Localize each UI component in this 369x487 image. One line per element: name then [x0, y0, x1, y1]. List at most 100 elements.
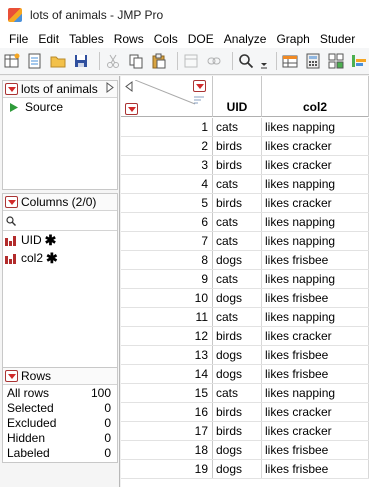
- cell-col2[interactable]: likes frisbee: [262, 251, 369, 269]
- cell-col2[interactable]: likes cracker: [262, 156, 369, 174]
- source-script[interactable]: Source: [3, 98, 117, 116]
- table-row[interactable]: 16 birds likes cracker: [121, 403, 369, 422]
- collapse-arrow-icon[interactable]: [106, 82, 114, 96]
- menu-studer[interactable]: Studer: [315, 32, 360, 46]
- cut-icon[interactable]: [104, 53, 121, 70]
- column-filter[interactable]: [3, 211, 117, 231]
- cell-col2[interactable]: likes cracker: [262, 403, 369, 421]
- rows-stat-row[interactable]: Excluded 0: [3, 415, 117, 430]
- row-number[interactable]: 3: [121, 156, 213, 174]
- row-number[interactable]: 1: [121, 118, 213, 136]
- column-item-uid[interactable]: UID ✱: [3, 231, 117, 249]
- columns-menu-button[interactable]: [5, 196, 18, 208]
- table-row[interactable]: 6 cats likes napping: [121, 213, 369, 232]
- menu-file[interactable]: File: [4, 32, 33, 46]
- table-row[interactable]: 12 birds likes cracker: [121, 327, 369, 346]
- cell-col2[interactable]: likes napping: [262, 213, 369, 231]
- menu-edit[interactable]: Edit: [33, 32, 64, 46]
- cell-uid[interactable]: cats: [213, 118, 262, 136]
- copy-icon[interactable]: [127, 53, 144, 70]
- column-menu-button[interactable]: [193, 80, 206, 92]
- cell-uid[interactable]: birds: [213, 422, 262, 440]
- row-number[interactable]: 7: [121, 232, 213, 250]
- cell-uid[interactable]: birds: [213, 327, 262, 345]
- table-row[interactable]: 14 dogs likes frisbee: [121, 365, 369, 384]
- table-row[interactable]: 15 cats likes napping: [121, 384, 369, 403]
- column-item-col2[interactable]: col2 ✱: [3, 249, 117, 267]
- cell-uid[interactable]: cats: [213, 232, 262, 250]
- menu-graph[interactable]: Graph: [271, 32, 314, 46]
- cell-col2[interactable]: likes napping: [262, 232, 369, 250]
- row-number[interactable]: 19: [121, 460, 213, 478]
- table-row[interactable]: 13 dogs likes frisbee: [121, 346, 369, 365]
- cell-uid[interactable]: cats: [213, 213, 262, 231]
- cell-col2[interactable]: likes cracker: [262, 327, 369, 345]
- row-number[interactable]: 14: [121, 365, 213, 383]
- grid-tool-icon[interactable]: [327, 53, 344, 70]
- link-icon[interactable]: [205, 53, 222, 70]
- search-icon[interactable]: [237, 53, 254, 70]
- column-header-uid[interactable]: UID: [213, 76, 262, 117]
- save-icon[interactable]: [72, 53, 89, 70]
- row-number[interactable]: 2: [121, 137, 213, 155]
- column-header-col2[interactable]: col2: [262, 76, 369, 117]
- open-data-icon[interactable]: [26, 53, 43, 70]
- rows-stat-row[interactable]: Hidden 0: [3, 430, 117, 445]
- row-number[interactable]: 5: [121, 194, 213, 212]
- rows-menu-button[interactable]: [5, 370, 18, 382]
- table-row[interactable]: 9 cats likes napping: [121, 270, 369, 289]
- rows-stat-row[interactable]: Selected 0: [3, 400, 117, 415]
- row-number[interactable]: 15: [121, 384, 213, 402]
- rows-stat-row[interactable]: Labeled 0: [3, 445, 117, 460]
- table-row[interactable]: 17 birds likes cracker: [121, 422, 369, 441]
- cell-uid[interactable]: dogs: [213, 289, 262, 307]
- cell-col2[interactable]: likes frisbee: [262, 365, 369, 383]
- cell-uid[interactable]: cats: [213, 175, 262, 193]
- cell-uid[interactable]: cats: [213, 384, 262, 402]
- cell-uid[interactable]: birds: [213, 137, 262, 155]
- cell-uid[interactable]: birds: [213, 156, 262, 174]
- row-number[interactable]: 10: [121, 289, 213, 307]
- rows-stat-row[interactable]: All rows 100: [3, 385, 117, 400]
- cell-col2[interactable]: likes frisbee: [262, 441, 369, 459]
- cell-uid[interactable]: birds: [213, 194, 262, 212]
- table-row[interactable]: 19 dogs likes frisbee: [121, 460, 369, 479]
- new-table-icon[interactable]: [3, 53, 20, 70]
- row-number[interactable]: 11: [121, 308, 213, 326]
- menu-tables[interactable]: Tables: [64, 32, 109, 46]
- cell-col2[interactable]: likes napping: [262, 118, 369, 136]
- cell-col2[interactable]: likes cracker: [262, 422, 369, 440]
- table-row[interactable]: 18 dogs likes frisbee: [121, 441, 369, 460]
- row-number[interactable]: 6: [121, 213, 213, 231]
- chart-tool-icon[interactable]: [350, 53, 367, 70]
- row-number[interactable]: 12: [121, 327, 213, 345]
- cell-uid[interactable]: dogs: [213, 365, 262, 383]
- cell-uid[interactable]: cats: [213, 270, 262, 288]
- row-number[interactable]: 16: [121, 403, 213, 421]
- cell-uid[interactable]: dogs: [213, 441, 262, 459]
- row-number[interactable]: 13: [121, 346, 213, 364]
- table-row[interactable]: 3 birds likes cracker: [121, 156, 369, 175]
- cell-col2[interactable]: likes napping: [262, 270, 369, 288]
- table-row[interactable]: 5 birds likes cracker: [121, 194, 369, 213]
- menu-doe[interactable]: DOE: [183, 32, 219, 46]
- row-number[interactable]: 17: [121, 422, 213, 440]
- cell-col2[interactable]: likes cracker: [262, 194, 369, 212]
- cell-col2[interactable]: likes napping: [262, 308, 369, 326]
- cell-uid[interactable]: dogs: [213, 251, 262, 269]
- cell-uid[interactable]: cats: [213, 308, 262, 326]
- table-row[interactable]: 1 cats likes napping: [121, 118, 369, 137]
- row-number[interactable]: 9: [121, 270, 213, 288]
- cell-col2[interactable]: likes frisbee: [262, 460, 369, 478]
- paste-icon[interactable]: [150, 53, 167, 70]
- calculator-icon[interactable]: [304, 53, 321, 70]
- cell-uid[interactable]: dogs: [213, 460, 262, 478]
- copy-with-headers-icon[interactable]: [182, 53, 199, 70]
- dropdown-arrow-icon[interactable]: [260, 53, 268, 70]
- table-menu-button[interactable]: [5, 83, 18, 95]
- cell-col2[interactable]: likes cracker: [262, 137, 369, 155]
- menu-analyze[interactable]: Analyze: [219, 32, 272, 46]
- table-row[interactable]: 11 cats likes napping: [121, 308, 369, 327]
- cell-col2[interactable]: likes frisbee: [262, 346, 369, 364]
- cell-col2[interactable]: likes frisbee: [262, 289, 369, 307]
